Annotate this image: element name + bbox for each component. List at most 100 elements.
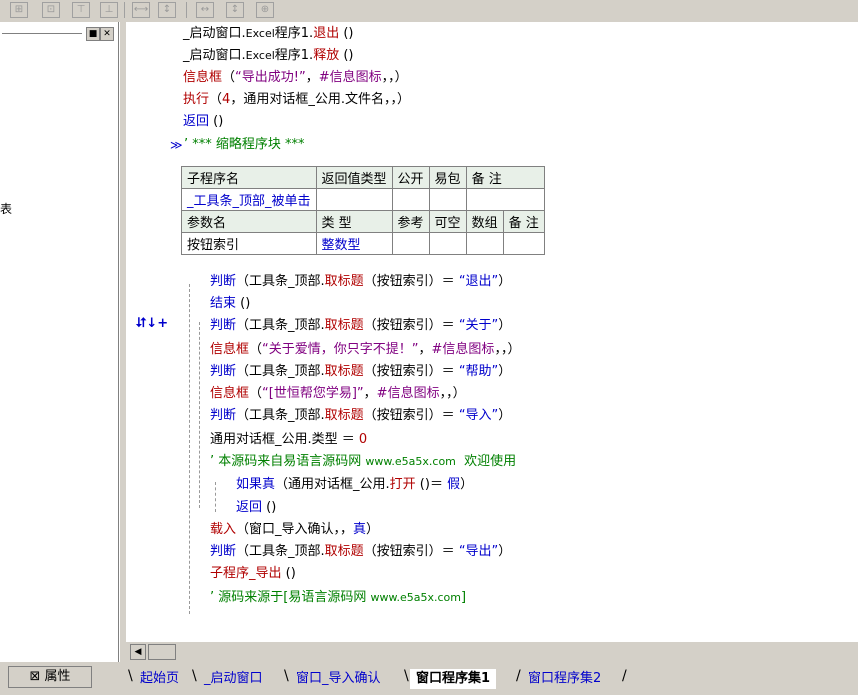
code-line[interactable]: 判断（工具条_顶部.取标题（按钮索引）＝ “导出”） [210,544,511,560]
param-type-cell[interactable]: 整数型 [315,232,393,255]
code-line[interactable]: 判断（工具条_顶部.取标题（按钮索引）＝ “退出”） [210,274,511,290]
code-line[interactable]: 判断（工具条_顶部.取标题（按钮索引）＝ “帮助”） [210,364,511,380]
param-null-cell[interactable] [428,232,467,255]
code-line[interactable]: 结束 () [210,296,250,312]
code-token: 执行 [183,92,210,107]
code-token: 信息框 [210,386,250,401]
param-remark-cell[interactable] [502,232,545,255]
sub-name-cell[interactable]: _工具条_顶部_被单击 [181,188,317,211]
code-token: 取标题 [324,544,364,559]
code-line[interactable]: _启动窗口.Excel程序1.释放 () [183,48,353,64]
code-token: ] [460,590,467,605]
code-token: （ [209,92,223,107]
properties-button[interactable]: ⊠ 属性 [8,666,92,688]
fold-arrow-icon[interactable]: ≫ [170,138,183,152]
pane-splitter[interactable] [119,22,126,662]
same-height-icon[interactable]: ↕ [226,2,244,18]
tab-window-module-1[interactable]: 窗口程序集1 [410,669,497,689]
code-token: 返回 [183,114,210,129]
gutter-marker[interactable]: ⮃↓+ [136,316,168,331]
code-line[interactable]: 执行（4，通用对话框_公用.文件名，，） [183,92,410,108]
code-token: （ [249,386,263,401]
code-token: （按钮索引）＝ [363,274,459,289]
code-token: () [281,566,296,581]
public-cell[interactable] [391,188,430,211]
code-line[interactable]: 信息框（“导出成功!”，#信息图标，，） [183,70,408,86]
tab-startup-window[interactable]: _启动窗口 [198,669,269,689]
code-token: () [339,26,354,41]
tab-divider: / [622,668,627,684]
code-token: ，通用对话框_公用.文件名，，） [230,92,410,107]
code-line[interactable]: 返回 () [236,500,276,516]
param-ref-cell[interactable] [391,232,430,255]
space-horizontal-icon[interactable]: ⟷ [132,2,150,18]
same-width-icon[interactable]: ↔ [196,2,214,18]
code-token: Excel [245,49,275,62]
return-type-cell[interactable] [315,188,393,211]
code-editor[interactable]: _启动窗口.Excel程序1.退出 () _启动窗口.Excel程序1.释放 ()… [126,22,858,642]
package-cell[interactable] [428,188,467,211]
tab-start-page[interactable]: 起始页 [134,669,185,689]
code-token: ， [363,386,377,401]
align-bottom-icon[interactable]: ⊥ [100,2,118,18]
scroll-thumb[interactable] [148,644,176,660]
code-token: #信息图标 [318,70,382,85]
panel-grip[interactable] [2,33,82,34]
maximize-panel-icon[interactable]: ■ [86,27,100,41]
code-token: （工具条_顶部. [236,274,325,289]
code-line[interactable]: ’ 本源码来自易语言源码网 www.e5a5x.com 欢迎使用 [210,454,516,470]
tab-window-module-2[interactable]: 窗口程序集2 [522,669,607,689]
param-name-cell[interactable]: 按钮索引 [181,232,317,255]
tab-divider: \ [404,668,409,684]
code-token: “导出成功!” [235,70,306,85]
subroutine-table: 子程序名 返回值类型 公开 易包 备 注 _工具条_顶部_被单击 参数名 类 型… [181,166,545,255]
col-param-name: 参数名 [181,210,317,233]
code-line[interactable]: 如果真（通用对话框_公用.打开 ()＝ 假） [236,477,473,493]
code-token: ，，） [381,70,408,85]
horizontal-scrollbar[interactable]: ◀ [126,642,858,662]
space-vertical-icon[interactable]: ↕ [158,2,176,18]
close-panel-icon[interactable]: ✕ [100,27,114,41]
code-token: 退出 [313,26,340,41]
code-line[interactable]: 信息框（“[世恒帮您学易]”，#信息图标，，） [210,386,466,402]
code-line[interactable]: 子程序_导出 () [210,566,296,582]
code-line[interactable]: 返回 () [183,114,223,130]
code-token: 取标题 [324,318,364,333]
code-token: 子程序_导出 [210,566,282,581]
remark-cell[interactable] [465,188,545,211]
code-token: （窗口_导入确认，， [236,522,354,537]
sub-header-row: 子程序名 返回值类型 公开 易包 备 注 [181,166,545,189]
code-token: “导入” [458,408,499,423]
code-line[interactable]: 判断（工具条_顶部.取标题（按钮索引）＝ “导入”） [210,408,511,424]
code-line[interactable]: 判断（工具条_顶部.取标题（按钮索引）＝ “关于”） [210,318,511,334]
param-row[interactable]: 按钮索引 整数型 [181,232,545,255]
code-token: ） [460,477,474,492]
left-panel-text: 表 [0,202,13,216]
toolbar: ⊞ ⊡ ⊤ ⊥ ⟷ ↕ ↔ ↕ ⊕ [0,0,858,22]
code-line[interactable]: ’ 源码来源于[易语言源码网 www.e5a5x.com] [210,590,466,606]
same-size-icon[interactable]: ⊕ [256,2,274,18]
tab-divider: \ [192,668,197,684]
code-token: “退出” [458,274,499,289]
align-center-icon[interactable]: ⊡ [42,2,60,18]
code-token: _启动窗口. [183,26,246,41]
code-token: 判断 [210,364,237,379]
code-line[interactable]: ’ *** 缩略程序块 *** [184,137,305,153]
sub-row[interactable]: _工具条_顶部_被单击 [181,188,545,211]
tab-import-confirm[interactable]: 窗口_导入确认 [290,669,387,689]
properties-label: 属性 [44,669,71,684]
code-line[interactable]: 载入（窗口_导入确认，，真） [210,522,379,538]
scroll-left-icon[interactable]: ◀ [130,644,146,660]
code-token: （ [249,342,263,357]
code-line[interactable]: _启动窗口.Excel程序1.退出 () [183,26,353,42]
param-array-cell[interactable] [465,232,504,255]
properties-icon: ⊠ [29,669,41,684]
code-line[interactable]: 信息框（“关于爱情，你只字不提！”，#信息图标，，） [210,342,520,358]
code-token: 判断 [210,408,237,423]
align-top-icon[interactable]: ⊤ [72,2,90,18]
align-grid-icon[interactable]: ⊞ [10,2,28,18]
code-line[interactable]: 通用对话框_公用.类型 ＝ 0 [210,432,367,448]
code-token: 结束 [210,296,237,311]
code-token: _启动窗口. [183,48,246,63]
code-token: () [262,500,277,515]
